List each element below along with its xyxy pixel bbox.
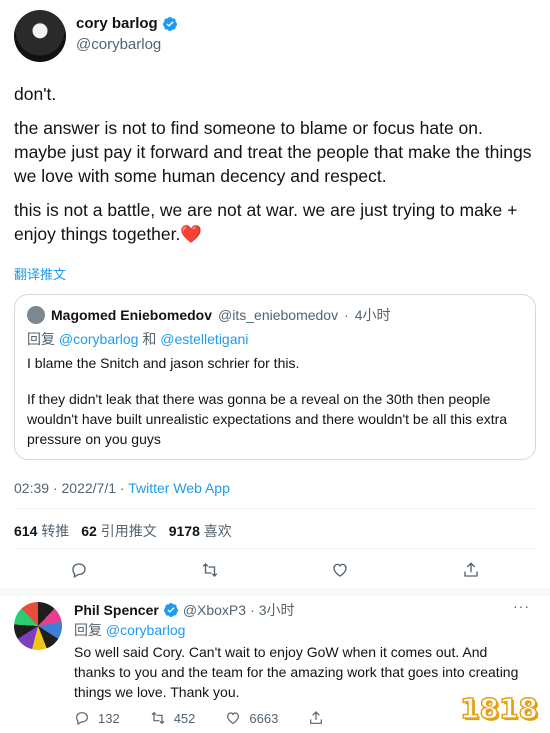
tweet-actions	[14, 558, 536, 584]
quotes-stat[interactable]: 62 引用推文	[81, 521, 156, 541]
reply-reply-to: 回复 @corybarlog	[74, 620, 185, 640]
tweet-time[interactable]: 02:39	[14, 480, 49, 496]
tweet-paragraph: don't.	[14, 84, 57, 104]
reply-likes-count: 6663	[249, 710, 279, 726]
reply-actions: 132 452 6663	[74, 710, 324, 726]
retweet-icon	[202, 563, 217, 577]
reply-share-button[interactable]	[308, 710, 324, 726]
reply-icon	[72, 563, 86, 578]
quoted-separator: ·	[344, 307, 349, 323]
reply-prefix: 回复	[74, 622, 102, 638]
tweet-stats: 614 转推 62 引用推文 9178 喜欢	[14, 521, 232, 541]
tweet-meta: 02:39 · 2022/7/1 · Twitter Web App	[14, 480, 230, 496]
share-button[interactable]	[459, 558, 483, 582]
author-name[interactable]: cory barlog	[76, 15, 158, 32]
like-button[interactable]	[328, 558, 352, 582]
reply-reply-button[interactable]: 132	[74, 710, 120, 726]
reply-author-name[interactable]: Phil Spencer	[74, 602, 159, 618]
tweet-paragraph: the answer is not to find someone to bla…	[14, 118, 532, 186]
reply-and: 和	[142, 331, 157, 347]
reply-replies-count: 132	[98, 710, 120, 726]
tweet-paragraph: this is not a battle, we are not at war.…	[14, 198, 538, 246]
reply-time[interactable]: 3小时	[259, 600, 295, 620]
tweet-date[interactable]: 2022/7/1	[62, 480, 117, 496]
tweet-source[interactable]: Twitter Web App	[128, 480, 230, 496]
reply-retweet-button[interactable]: 452	[150, 710, 196, 726]
retweets-stat[interactable]: 614 转推	[14, 521, 69, 541]
quoted-time[interactable]: 4小时	[355, 305, 391, 325]
retweet-button[interactable]	[198, 558, 222, 582]
likes-stat[interactable]: 9178 喜欢	[169, 521, 232, 541]
reply-author-handle[interactable]: @XboxP3	[183, 602, 246, 618]
reply-icon	[76, 712, 88, 726]
reply-like-button[interactable]: 6663	[225, 710, 278, 726]
more-icon[interactable]: ···	[513, 598, 530, 614]
verified-icon	[162, 16, 177, 31]
quoted-paragraph: If they didn't leak that there was gonna…	[27, 391, 508, 447]
reply-mention[interactable]: @corybarlog	[59, 331, 139, 347]
like-icon	[227, 712, 240, 725]
reply-retweets-count: 452	[173, 710, 196, 726]
author-name-row[interactable]: cory barlog	[76, 15, 178, 32]
reply-mention[interactable]: @estelletigani	[160, 331, 248, 347]
quoted-author-handle[interactable]: @its_eniebomedov	[218, 305, 338, 325]
tweet-text: don't. the answer is not to find someone…	[14, 82, 538, 256]
meta-separator: ·	[119, 480, 125, 496]
share-icon	[310, 711, 323, 724]
meta-separator: ·	[52, 480, 58, 496]
reply-prefix: 回复	[27, 331, 55, 347]
quoted-text: I blame the Snitch and jason schrier for…	[27, 353, 523, 449]
likes-count: 9178	[168, 523, 200, 539]
quoted-paragraph: I blame the Snitch and jason schrier for…	[27, 355, 300, 371]
reply-avatar[interactable]	[14, 602, 62, 650]
retweet-icon	[151, 711, 165, 725]
translate-link[interactable]: 翻译推文	[14, 264, 66, 283]
likes-label: 喜欢	[203, 523, 232, 539]
divider	[14, 548, 536, 549]
retweets-count: 614	[14, 523, 38, 539]
quoted-header: Magomed Eniebomedov @its_eniebomedov · 4…	[27, 305, 523, 325]
share-icon	[464, 562, 478, 577]
tweet-header: cory barlog @corybarlog	[14, 10, 534, 62]
reply-header: Phil Spencer @XboxP3 · 3小时	[74, 600, 295, 620]
retweets-label: 转推	[41, 523, 70, 539]
reply-separator: ·	[250, 602, 255, 618]
quoted-avatar[interactable]	[27, 306, 45, 324]
author-handle[interactable]: @corybarlog	[76, 36, 161, 53]
watermark-logo: 1818	[459, 691, 538, 726]
quoted-tweet[interactable]: Magomed Eniebomedov @its_eniebomedov · 4…	[14, 294, 536, 460]
quoted-reply-to: 回复 @corybarlog 和 @estelletigani	[27, 329, 523, 349]
tweet-paragraph-text: this is not a battle, we are not at war.…	[14, 200, 518, 244]
divider	[14, 508, 536, 509]
verified-icon	[163, 603, 178, 617]
section-separator	[0, 588, 550, 596]
quotes-label: 引用推文	[100, 523, 157, 539]
heart-emoji: ❤️	[180, 224, 203, 244]
reply-mention[interactable]: @corybarlog	[106, 622, 186, 638]
avatar[interactable]	[14, 10, 66, 62]
reply-button[interactable]	[67, 558, 91, 582]
quoted-author-name[interactable]: Magomed Eniebomedov	[51, 305, 212, 325]
like-icon	[333, 563, 347, 577]
quotes-count: 62	[81, 523, 97, 539]
